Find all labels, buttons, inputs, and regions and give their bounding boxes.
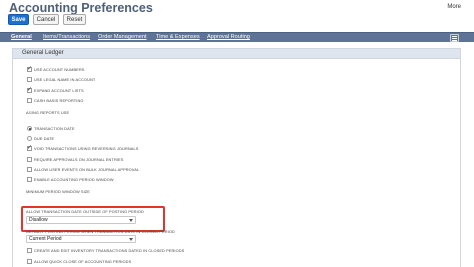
require-approvals-checkbox[interactable] [27, 157, 32, 162]
void-transactions-checkbox[interactable] [27, 144, 32, 151]
tab-approval-routing[interactable]: Approval Routing [207, 34, 250, 40]
cash-basis-reporting-label: CASH BASIS REPORTING [34, 98, 84, 103]
section-header[interactable]: General Ledger [12, 48, 461, 59]
enable-period-window-label: ENABLE ACCOUNTING PERIOD WINDOW [34, 177, 114, 182]
minimum-period-window-label: MINIMUM PERIOD WINDOW SIZE [26, 189, 90, 194]
cancel-button[interactable]: Cancel [33, 14, 59, 25]
due-date-radio[interactable] [27, 136, 32, 141]
save-button[interactable]: Save [8, 14, 29, 25]
allow-user-events-checkbox[interactable] [27, 167, 32, 172]
aging-reports-use-label: AGING REPORTS USE [26, 110, 70, 115]
tab-general[interactable]: General [11, 34, 32, 40]
page-title: Accounting Preferences [9, 1, 153, 15]
tab-items-transactions[interactable]: Items/Transactions [43, 34, 90, 40]
transaction-date-label: TRANSACTION DATE [34, 126, 75, 131]
more-link[interactable]: More [447, 4, 461, 10]
section-title: General Ledger [22, 50, 64, 56]
use-account-numbers-checkbox[interactable] [27, 65, 32, 72]
subtab-bar: General Items/Transactions Order Managem… [0, 32, 474, 42]
allow-quick-close-label: ALLOW QUICK CLOSE OF ACCOUNTING PERIODS [34, 259, 132, 264]
allow-quick-close-checkbox[interactable] [27, 259, 32, 264]
transaction-date-radio[interactable] [27, 126, 32, 131]
create-edit-inventory-checkbox[interactable] [27, 248, 32, 253]
tab-time-expenses[interactable]: Time & Expenses [156, 34, 200, 40]
default-posting-period-select[interactable]: Current Period [26, 235, 136, 243]
tab-order-management[interactable]: Order Management [98, 34, 147, 40]
use-account-numbers-label: USE ACCOUNT NUMBERS [34, 67, 85, 72]
require-approvals-label: REQUIRE APPROVALS ON JOURNAL ENTRIES [34, 157, 124, 162]
void-transactions-label: VOID TRANSACTIONS USING REVERSING JOURNA… [34, 146, 139, 151]
use-legal-name-checkbox[interactable] [27, 77, 32, 82]
reset-button[interactable]: Reset [63, 14, 86, 25]
default-posting-period-label: DEFAULT POSTING PERIOD WHEN TRANSACTION … [26, 229, 175, 234]
enable-period-window-checkbox[interactable] [27, 177, 32, 182]
chevron-down-icon [129, 238, 133, 241]
due-date-label: DUE DATE [34, 136, 55, 141]
use-legal-name-label: USE LEGAL NAME IN ACCOUNT [34, 77, 96, 82]
expand-account-lists-checkbox[interactable] [27, 86, 32, 93]
expand-account-lists-label: EXPAND ACCOUNT LISTS [34, 88, 84, 93]
tab-menu-icon[interactable] [450, 34, 459, 42]
default-posting-period-value: Current Period [29, 236, 62, 242]
allow-user-events-label: ALLOW USER EVENTS ON BULK JOURNAL APPROV… [34, 167, 140, 172]
cash-basis-reporting-checkbox[interactable] [27, 98, 32, 103]
create-edit-inventory-label: CREATE AND EDIT INVENTORY TRANSACTIONS D… [34, 248, 185, 253]
